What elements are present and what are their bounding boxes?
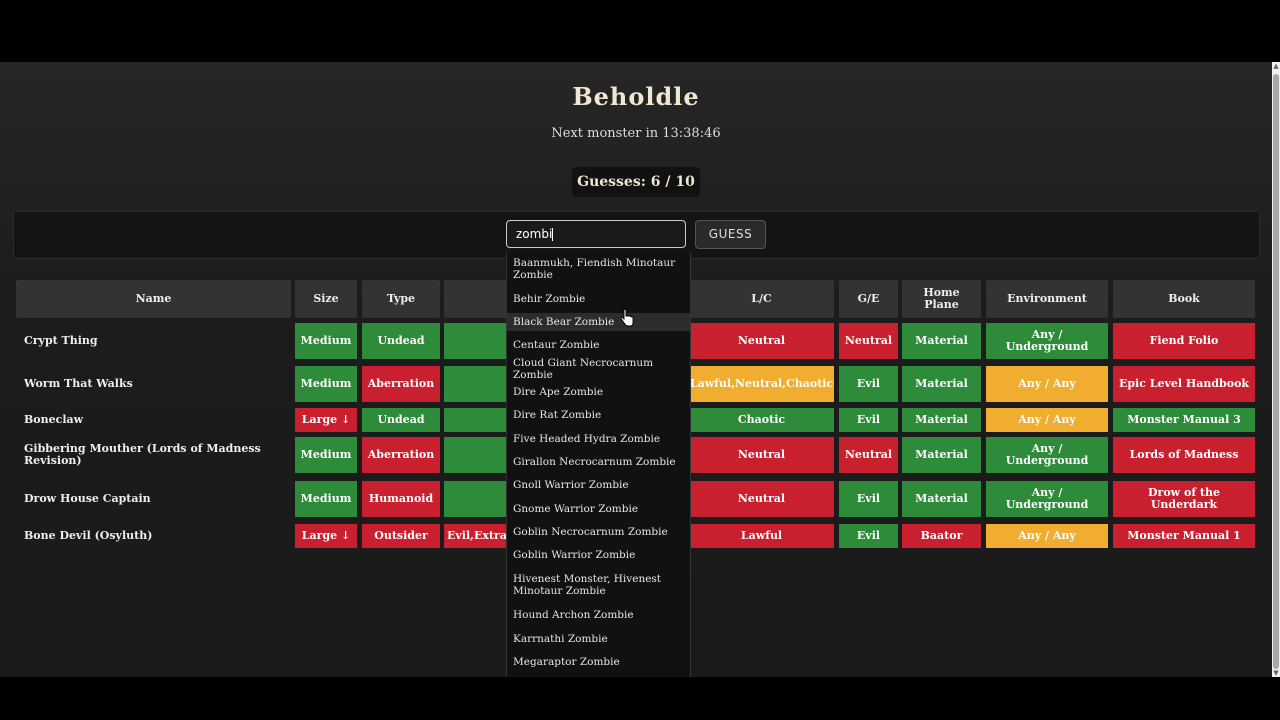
dropdown-option[interactable]: Dire Ape Zombie xyxy=(507,383,690,401)
guess-cell-lc: Neutral xyxy=(689,437,834,473)
guess-cell-lc: Neutral xyxy=(689,481,834,517)
guess-cell-book: Monster Manual 1 xyxy=(1113,524,1255,548)
dropdown-option[interactable]: Five Headed Hydra Zombie xyxy=(507,430,690,448)
guess-cell-size: Medium xyxy=(295,366,357,402)
dropdown-option[interactable]: Goblin Warrior Zombie xyxy=(507,546,690,564)
column-header-env: Environment xyxy=(986,280,1108,318)
dropdown-option[interactable]: Hound Archon Zombie xyxy=(507,606,690,624)
guess-cell-plane: Baator xyxy=(902,524,981,548)
guess-cell-ge: Neutral xyxy=(839,437,898,473)
guess-cell-env: Any / Underground xyxy=(986,437,1108,473)
guess-cell-book: Fiend Folio xyxy=(1113,323,1255,359)
guess-cell-size: Large ↓ xyxy=(295,524,357,548)
guess-cell-lc: Neutral xyxy=(689,323,834,359)
guess-cell-type: Aberration xyxy=(362,437,440,473)
guess-cell-size: Medium xyxy=(295,481,357,517)
guess-cell-book: Epic Level Handbook xyxy=(1113,366,1255,402)
dropdown-option[interactable]: Behir Zombie xyxy=(507,290,690,308)
guess-cell-type: Undead xyxy=(362,408,440,432)
guess-cell-size: Medium xyxy=(295,323,357,359)
guess-counter: Guesses: 6 / 10 xyxy=(572,167,700,197)
monster-name-cell: Drow House Captain xyxy=(24,492,151,505)
guess-cell-book: Lords of Madness xyxy=(1113,437,1255,473)
guess-cell-type: Aberration xyxy=(362,366,440,402)
page-scrollbar[interactable]: ▲ ▼ xyxy=(1272,62,1280,677)
guess-cell-plane: Material xyxy=(902,481,981,517)
guess-cell-lc: Lawful,Neutral,Chaotic xyxy=(689,366,834,402)
guess-cell-ge: Evil xyxy=(839,481,898,517)
dropdown-option[interactable]: Girallon Necrocarnum Zombie xyxy=(507,453,690,471)
guess-cell-plane: Material xyxy=(902,366,981,402)
scrollbar-thumb[interactable] xyxy=(1273,74,1279,669)
dropdown-option[interactable]: Baanmukh, Fiendish Minotaur Zombie xyxy=(507,254,690,284)
guess-cell-book: Monster Manual 3 xyxy=(1113,408,1255,432)
column-header-book: Book xyxy=(1113,280,1255,318)
column-header-name: Name xyxy=(16,280,291,318)
monster-name-cell: Worm That Walks xyxy=(24,377,133,390)
dropdown-option[interactable]: Goblin Necrocarnum Zombie xyxy=(507,523,690,541)
autocomplete-dropdown[interactable]: Baanmukh, Fiendish Minotaur Zombie Behir … xyxy=(506,252,691,677)
hand-cursor-icon xyxy=(620,309,634,327)
column-header-size: Size xyxy=(295,280,357,318)
scroll-down-arrow-icon[interactable]: ▼ xyxy=(1272,669,1280,677)
dropdown-option[interactable]: Dire Rat Zombie xyxy=(507,406,690,424)
guess-cell-env: Any / Underground xyxy=(986,481,1108,517)
monster-name-cell: Crypt Thing xyxy=(24,334,98,347)
guess-button[interactable]: GUESS xyxy=(695,220,766,249)
monster-name-cell: Gibbering Mouther (Lords of Madness Revi… xyxy=(24,442,261,467)
monster-name-cell: Bone Devil (Osyluth) xyxy=(24,529,153,542)
monster-name-cell: Boneclaw xyxy=(24,413,84,426)
guess-cell-type: Humanoid xyxy=(362,481,440,517)
dropdown-option[interactable]: Black Bear Zombie xyxy=(507,313,690,331)
guess-cell-lc: Lawful xyxy=(689,524,834,548)
guess-cell-size: Medium xyxy=(295,437,357,473)
dropdown-option[interactable]: Gnome Warrior Zombie xyxy=(507,500,690,518)
guess-cell-env: Any / Any xyxy=(986,524,1108,548)
guess-cell-ge: Evil xyxy=(839,524,898,548)
dropdown-option[interactable]: Hivenest Monster, Hivenest Minotaur Zomb… xyxy=(507,570,690,600)
dropdown-option[interactable]: Megaraptor Zombie xyxy=(507,653,690,671)
guess-cell-lc: Chaotic xyxy=(689,408,834,432)
guess-cell-env: Any / Any xyxy=(986,408,1108,432)
guess-cell-book: Drow of the Underdark xyxy=(1113,481,1255,517)
dropdown-option[interactable]: Centaur Zombie xyxy=(507,336,690,354)
dropdown-option[interactable]: Karrnathi Zombie xyxy=(507,630,690,648)
monster-search-input[interactable]: zombi xyxy=(506,220,686,248)
guess-cell-plane: Material xyxy=(902,323,981,359)
app-title: Beholdle xyxy=(572,82,700,111)
guess-cell-env: Any / Underground xyxy=(986,323,1108,359)
dropdown-option[interactable]: Cloud Giant Necrocarnum Zombie xyxy=(507,357,690,381)
column-header-ge: G/E xyxy=(839,280,898,318)
countdown-text: Next monster in 13:38:46 xyxy=(551,126,721,141)
column-header-plane: Home Plane xyxy=(902,280,981,318)
dropdown-option[interactable]: Gnoll Warrior Zombie xyxy=(507,476,690,494)
guess-cell-ge: Evil xyxy=(839,366,898,402)
game-page: Beholdle Next monster in 13:38:46 Guesse… xyxy=(0,62,1272,677)
guess-cell-size: Large ↓ xyxy=(295,408,357,432)
search-input-value: zombi xyxy=(516,227,553,241)
column-header-lc: L/C xyxy=(689,280,834,318)
guess-cell-plane: Material xyxy=(902,408,981,432)
column-header-type: Type xyxy=(362,280,440,318)
guess-cell-plane: Material xyxy=(902,437,981,473)
guess-cell-env: Any / Any xyxy=(986,366,1108,402)
guess-cell-type: Outsider xyxy=(362,524,440,548)
text-caret xyxy=(552,228,554,241)
scroll-up-arrow-icon[interactable]: ▲ xyxy=(1272,62,1280,70)
guess-cell-ge: Neutral xyxy=(839,323,898,359)
guess-cell-ge: Evil xyxy=(839,408,898,432)
guess-cell-type: Undead xyxy=(362,323,440,359)
